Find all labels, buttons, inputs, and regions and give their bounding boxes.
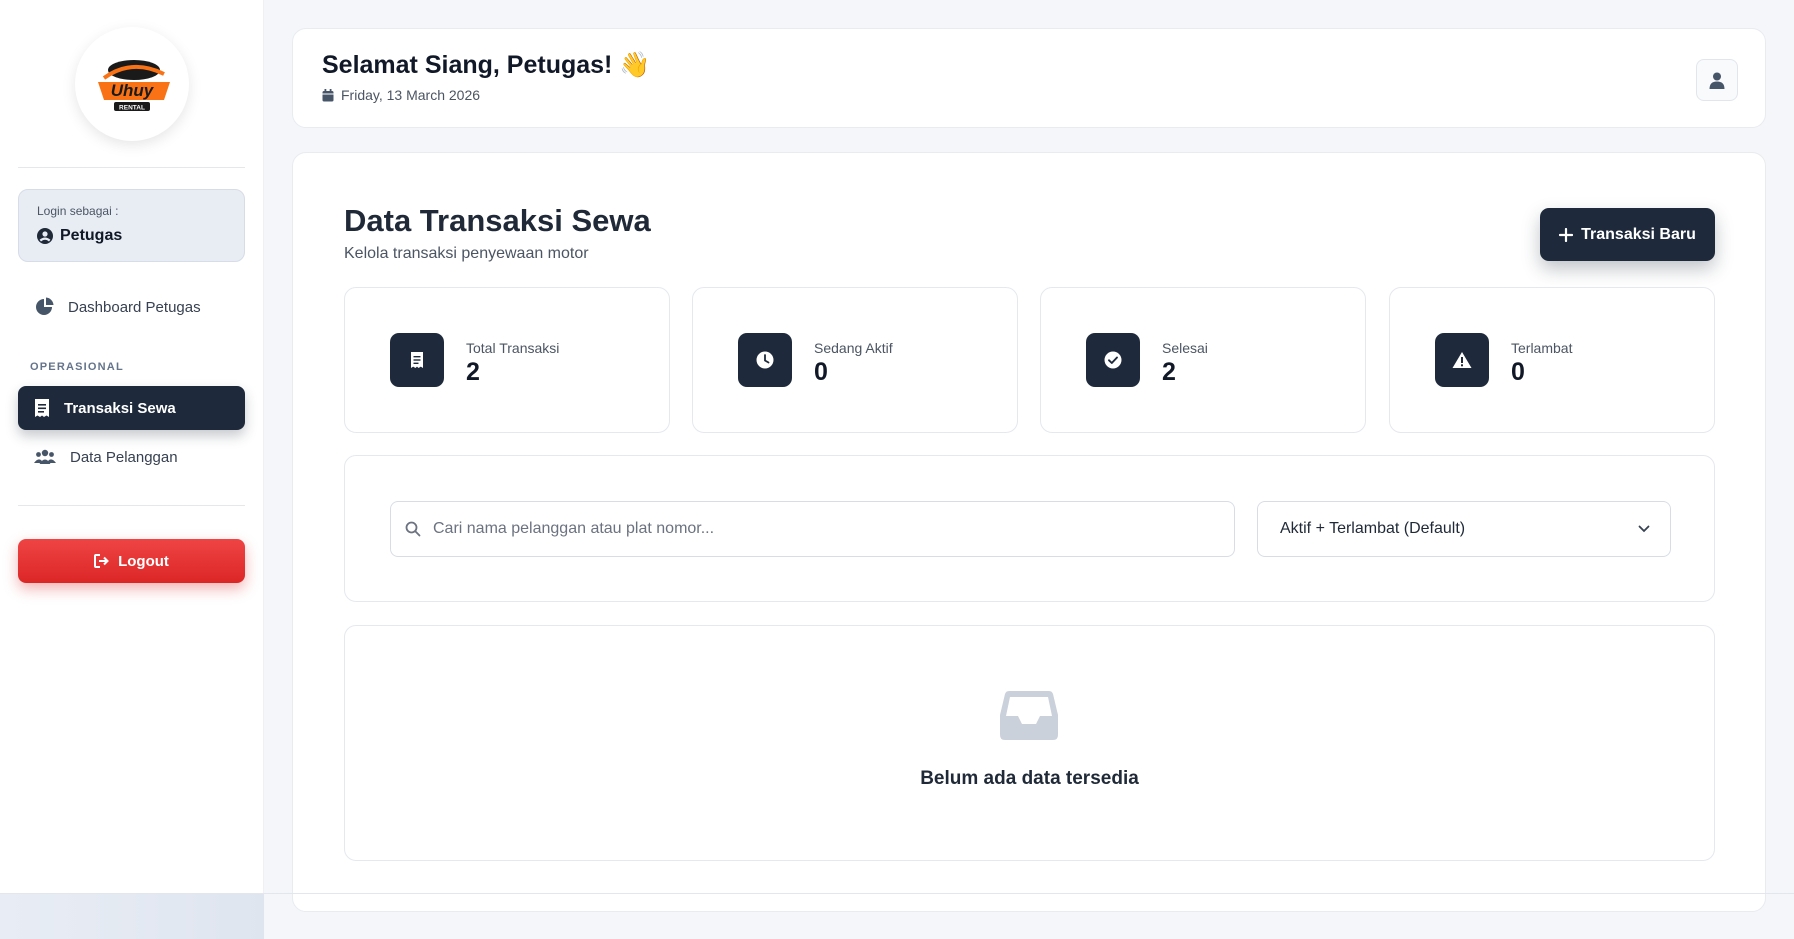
stat-card-active: Sedang Aktif 0 [692,287,1018,433]
sidebar-item-label: Transaksi Sewa [64,399,176,417]
check-circle-icon [1104,351,1122,369]
date-display: Friday, 13 March 2026 [322,87,480,103]
login-label: Login sebagai : [37,204,119,218]
stat-card-late: Terlambat 0 [1389,287,1715,433]
page-subtitle: Kelola transaksi penyewaan motor [344,245,589,262]
clock-icon [756,351,774,369]
footer-divider [0,893,1794,894]
page-title: Data Transaksi Sewa [344,203,651,238]
receipt-icon [35,399,49,417]
sidebar: Uhuy RENTAL Login sebagai : Petugas Dash… [0,0,264,894]
stat-icon-box [390,333,444,387]
top-header: Selamat Siang, Petugas! 👋 Friday, 13 Mar… [292,28,1766,128]
new-transaction-label: Transaksi Baru [1581,225,1696,243]
sidebar-divider [18,167,245,168]
uhuy-logo-icon: Uhuy RENTAL [98,60,170,112]
sidebar-divider [18,505,245,506]
search-box[interactable] [390,501,1235,557]
empty-state-text: Belum ada data tersedia [920,768,1139,789]
greeting-title: Selamat Siang, Petugas! 👋 [322,51,651,79]
svg-text:RENTAL: RENTAL [119,105,145,112]
sidebar-item-label: Dashboard Petugas [68,298,201,316]
logout-label: Logout [118,552,169,570]
sidebar-item-transaksi-sewa[interactable]: Transaksi Sewa [18,386,245,430]
user-profile-button[interactable] [1696,59,1738,101]
warning-icon [1452,352,1472,368]
stat-card-total: Total Transaksi 2 [344,287,670,433]
stat-value: 2 [466,358,480,386]
stat-label: Selesai [1162,340,1208,356]
stat-label: Total Transaksi [466,340,560,356]
users-icon [34,449,56,464]
stat-icon-box [1086,333,1140,387]
sidebar-item-label: Data Pelanggan [70,448,178,466]
login-role-text: Petugas [60,227,123,244]
stat-card-completed: Selesai 2 [1040,287,1366,433]
brand-logo[interactable]: Uhuy RENTAL [75,27,189,141]
stat-label: Sedang Aktif [814,340,893,356]
svg-text:Uhuy: Uhuy [111,81,155,100]
stat-label: Terlambat [1511,340,1573,356]
pie-chart-icon [36,297,54,315]
login-info-card: Login sebagai : Petugas [18,189,245,262]
stat-value: 2 [1162,358,1176,386]
main-content: Data Transaksi Sewa Kelola transaksi pen… [292,152,1766,912]
search-input[interactable] [433,520,1223,538]
sidebar-item-data-pelanggan[interactable]: Data Pelanggan [18,435,245,479]
app-root: Uhuy RENTAL Login sebagai : Petugas Dash… [0,0,1794,939]
status-filter-value: Aktif + Terlambat (Default) [1280,520,1466,537]
stat-value: 0 [814,358,828,386]
new-transaction-button[interactable]: Transaksi Baru [1540,208,1715,261]
logout-button[interactable]: Logout [18,539,245,583]
transactions-empty-state: Belum ada data tersedia [344,625,1715,861]
logout-icon [94,554,110,568]
receipt-icon [411,352,423,368]
nav-section-label: OPERASIONAL [30,361,124,373]
date-text: Friday, 13 March 2026 [341,87,481,103]
chevron-down-icon [1638,525,1650,533]
calendar-icon [322,88,334,101]
search-icon [405,521,421,537]
stat-icon-box [738,333,792,387]
stat-value: 0 [1511,358,1525,386]
inbox-icon [1000,691,1058,740]
user-circle-icon [37,228,53,244]
sidebar-footer [0,894,264,939]
plus-icon [1559,227,1574,242]
stat-icon-box [1435,333,1489,387]
user-icon [1709,72,1725,89]
filter-panel: Aktif + Terlambat (Default) [344,455,1715,602]
login-role: Petugas [37,227,226,245]
status-filter-select[interactable]: Aktif + Terlambat (Default) [1257,501,1671,557]
sidebar-item-dashboard[interactable]: Dashboard Petugas [18,285,245,329]
